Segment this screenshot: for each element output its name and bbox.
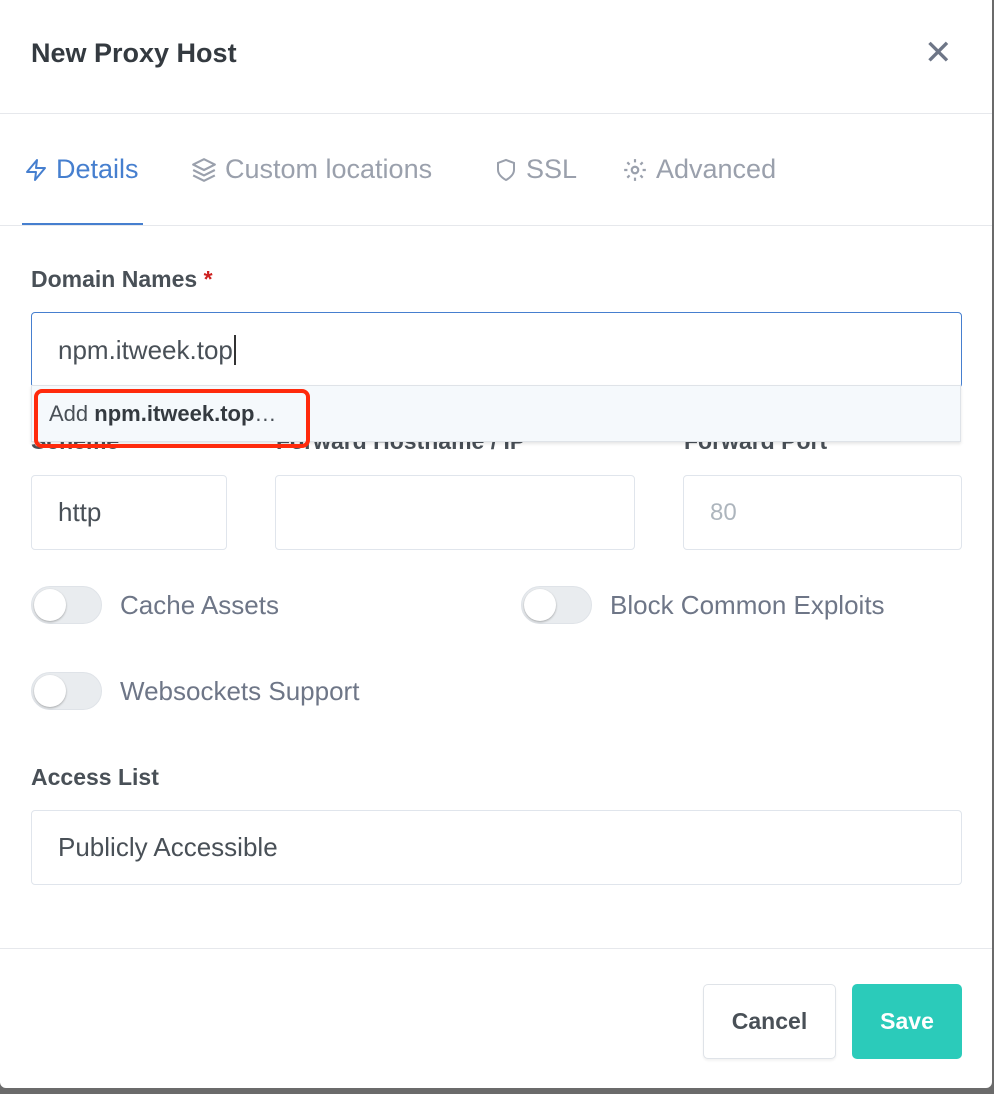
cache-assets-toggle[interactable]: Cache Assets	[31, 586, 279, 624]
text-cursor	[233, 335, 236, 365]
toggle-label: Websockets Support	[120, 675, 360, 706]
highlight-box	[34, 389, 310, 448]
save-button[interactable]: Save	[852, 984, 962, 1059]
switch[interactable]	[31, 672, 102, 710]
tab-label: SSL	[526, 154, 578, 184]
new-proxy-host-modal: New Proxy Host ✕ Details Custom location…	[0, 0, 992, 1088]
tab-label: Custom locations	[225, 154, 433, 184]
modal-header: New Proxy Host ✕	[0, 0, 992, 114]
shield-icon	[497, 158, 515, 181]
tab-ssl[interactable]: SSL	[494, 154, 577, 185]
switch[interactable]	[31, 586, 102, 624]
tab-advanced[interactable]: Advanced	[622, 154, 776, 185]
switch[interactable]	[521, 586, 592, 624]
tab-label: Advanced	[656, 154, 777, 184]
access-value: Publicly Accessible	[58, 832, 278, 862]
scheme-input[interactable]: http	[31, 475, 227, 550]
toggle-label: Block Common Exploits	[610, 589, 885, 620]
tab-label: Details	[56, 154, 139, 184]
active-tab-indicator	[22, 223, 143, 225]
forward-port-input[interactable]: 80	[683, 475, 962, 550]
tab-bar: Details Custom locations SSL Advanced	[0, 114, 992, 226]
lightning-icon	[26, 158, 46, 181]
toggle-label: Cache Assets	[120, 589, 279, 620]
domain-names-input[interactable]: npm.itweek.top	[31, 312, 962, 388]
close-icon[interactable]: ✕	[924, 36, 953, 70]
websockets-toggle[interactable]: Websockets Support	[31, 672, 359, 710]
port-placeholder: 80	[710, 498, 737, 526]
gear-icon	[624, 158, 646, 181]
modal-footer: Cancel Save	[0, 948, 992, 1088]
domain-value: npm.itweek.top	[58, 334, 233, 365]
forward-hostname-input[interactable]	[275, 475, 635, 550]
domain-names-label: Domain Names *	[31, 266, 213, 293]
required-mark: *	[203, 266, 213, 292]
domain-label-text: Domain Names	[31, 266, 198, 292]
cancel-button[interactable]: Cancel	[703, 984, 836, 1059]
tab-custom-locations[interactable]: Custom locations	[191, 154, 432, 185]
access-list-label: Access List	[31, 764, 159, 790]
access-list-select[interactable]: Publicly Accessible	[31, 810, 962, 885]
modal-title: New Proxy Host	[31, 38, 237, 68]
layers-icon	[192, 157, 216, 182]
tab-details[interactable]: Details	[24, 154, 139, 185]
scheme-value: http	[58, 497, 102, 527]
block-exploits-toggle[interactable]: Block Common Exploits	[521, 586, 885, 624]
